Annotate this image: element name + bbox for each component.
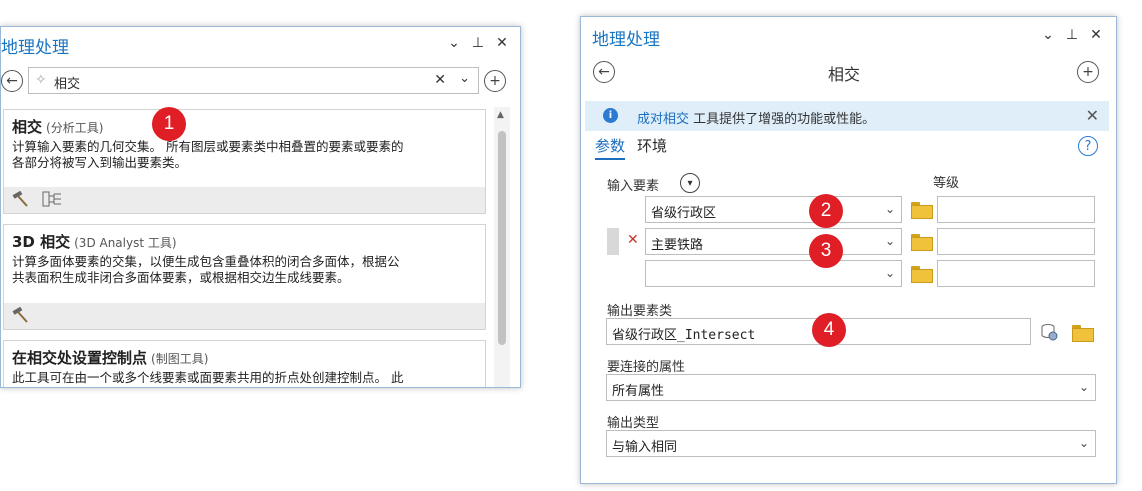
pane-menu-icon[interactable]: ⌄ (447, 35, 461, 51)
grade-input-2[interactable] (937, 228, 1095, 255)
annotation-badge-2: 2 (809, 194, 843, 228)
geoprocessing-search-pane: 地理处理 ⌄ ⊥ ✕ ← ✧ 相交 ✕ ⌄ + 相交 (分析工具) 计算输入要素的… (0, 26, 521, 388)
info-message: 成对相交 工具提供了增强的功能或性能。 (637, 112, 876, 127)
expand-inputs-icon[interactable]: ▾ (680, 173, 700, 193)
annotation-badge-1: 1 (152, 107, 186, 141)
pane-controls: ⌄ ⊥ ✕ (1041, 27, 1103, 43)
pane-menu-icon[interactable]: ⌄ (1041, 27, 1055, 43)
pane-controls: ⌄ ⊥ ✕ (447, 35, 509, 51)
result-footer (4, 187, 485, 213)
grade-input-3[interactable] (937, 260, 1095, 287)
plus-icon: + (1082, 64, 1094, 80)
close-info-icon[interactable]: ✕ (1086, 106, 1099, 125)
help-icon[interactable]: ? (1078, 136, 1098, 156)
input-feature-combo-1[interactable]: 省级行政区 ⌄ (645, 196, 902, 223)
geoprocessing-tool-pane: 地理处理 ⌄ ⊥ ✕ ← 相交 + i 成对相交 工具提供了增强的功能或性能。 … (580, 16, 1117, 484)
chevron-down-icon: ⌄ (884, 234, 895, 248)
search-results: 相交 (分析工具) 计算输入要素的几何交集。 所有图层或要素类中相叠置的要素或要素… (1, 107, 489, 387)
tool-title: 相交 (828, 65, 861, 84)
result-title: 相交 (分析工具) (12, 118, 104, 136)
pairwise-intersect-link[interactable]: 成对相交 (637, 112, 689, 127)
result-title: 在相交处设置控制点 (制图工具) (12, 349, 209, 367)
pane-title: 地理处理 (1, 38, 69, 58)
result-description: 此工具可在由一个或多个线要素或面要素共用的折点处创建控制点。 此 (12, 370, 404, 385)
result-description: 计算输入要素的几何交集。 所有图层或要素类中相叠置的要素或要素的 各部分将被写入… (12, 139, 404, 170)
sparkle-icon: ✧ (35, 72, 47, 88)
info-banner: i 成对相交 工具提供了增强的功能或性能。 ✕ (585, 101, 1109, 131)
hammer-icon (12, 190, 30, 211)
annotation-badge-3: 3 (809, 234, 843, 268)
model-icon (42, 191, 62, 211)
search-value: 相交 (54, 77, 81, 92)
pin-icon[interactable]: ⊥ (1065, 27, 1079, 43)
grade-input-1[interactable] (937, 196, 1095, 223)
chevron-down-icon: ⌄ (1078, 380, 1089, 394)
add-button[interactable]: + (484, 70, 506, 92)
back-arrow-icon: ← (6, 73, 18, 89)
input-feature-combo-2[interactable]: 主要铁路 ⌄ (645, 228, 902, 255)
scroll-up-icon[interactable]: ▲ (497, 110, 504, 120)
tool-tabs: 参数 环境 (595, 135, 667, 160)
output-type-select[interactable]: 与输入相同 ⌄ (606, 430, 1096, 457)
clear-search-icon[interactable]: ✕ (434, 72, 446, 88)
close-icon[interactable]: ✕ (495, 35, 509, 51)
result-category: (制图工具) (151, 352, 209, 366)
search-input[interactable]: ✧ 相交 ✕ ⌄ (28, 67, 479, 94)
browse-folder-icon[interactable] (911, 202, 933, 219)
search-dropdown-icon[interactable]: ⌄ (459, 71, 470, 86)
input-features-label: 输入要素 (607, 179, 660, 194)
result-footer (4, 303, 485, 329)
browse-folder-icon[interactable] (1072, 325, 1094, 342)
output-feature-class-label: 输出要素类 (607, 304, 673, 319)
result-item-intersect[interactable]: 相交 (分析工具) 计算输入要素的几何交集。 所有图层或要素类中相叠置的要素或要素… (3, 109, 486, 214)
row-drag-handle[interactable] (607, 228, 619, 255)
pin-icon[interactable]: ⊥ (471, 35, 485, 51)
result-category: (3D Analyst 工具) (74, 236, 177, 250)
tab-environments[interactable]: 环境 (637, 135, 667, 160)
back-arrow-icon: ← (598, 64, 610, 80)
output-type-label: 输出类型 (607, 416, 660, 431)
plus-icon: + (489, 73, 501, 89)
scrollbar-thumb[interactable] (498, 131, 506, 345)
result-item-set-control-points[interactable]: 在相交处设置控制点 (制图工具) 此工具可在由一个或多个线要素或面要素共用的折点处… (3, 340, 486, 387)
tab-parameters[interactable]: 参数 (595, 135, 626, 160)
remove-row-icon[interactable]: ✕ (627, 232, 639, 248)
pane-title: 地理处理 (592, 30, 660, 50)
join-attributes-label: 要连接的属性 (607, 360, 686, 375)
results-scrollbar[interactable]: ▲ (494, 107, 510, 387)
grade-label: 等级 (933, 176, 960, 191)
result-category: (分析工具) (46, 121, 104, 135)
back-button[interactable]: ← (1, 70, 23, 92)
input-feature-combo-3[interactable]: ⌄ (645, 260, 902, 287)
join-attributes-select[interactable]: 所有属性 ⌄ (606, 374, 1096, 401)
close-icon[interactable]: ✕ (1089, 27, 1103, 43)
browse-folder-icon[interactable] (911, 266, 933, 283)
annotation-badge-4: 4 (812, 313, 846, 347)
result-title: 3D 相交 (3D Analyst 工具) (12, 233, 177, 251)
browse-folder-icon[interactable] (911, 234, 933, 251)
database-icon[interactable] (1040, 323, 1058, 341)
hammer-icon (12, 306, 30, 327)
chevron-down-icon: ⌄ (884, 266, 895, 280)
chevron-down-icon: ⌄ (1078, 436, 1089, 450)
back-button[interactable]: ← (593, 61, 615, 83)
chevron-down-icon: ⌄ (884, 202, 895, 216)
add-button[interactable]: + (1077, 61, 1099, 83)
result-item-3d-intersect[interactable]: 3D 相交 (3D Analyst 工具) 计算多面体要素的交集，以便生成包含重叠… (3, 224, 486, 330)
info-icon: i (603, 108, 618, 123)
result-description: 计算多面体要素的交集，以便生成包含重叠体积的闭合多面体，根据公 共表面积生成非闭… (12, 254, 400, 285)
